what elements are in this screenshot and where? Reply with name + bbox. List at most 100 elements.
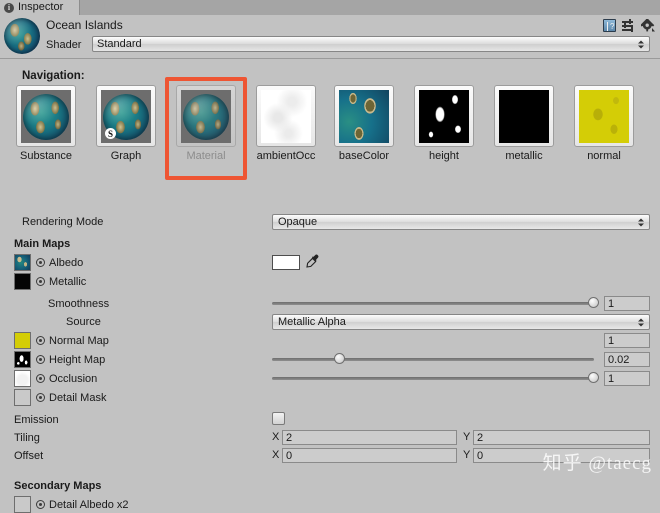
offset-y-field[interactable]: 0 [473, 448, 650, 463]
occlusion-value: 1 [608, 373, 614, 385]
height-texture-icon [419, 90, 469, 143]
rendering-mode-label: Rendering Mode [22, 215, 103, 229]
metallic-label: Metallic [49, 275, 86, 289]
albedo-color-field[interactable] [272, 255, 300, 270]
offset-x-field[interactable]: 0 [282, 448, 457, 463]
nav-item-normal[interactable]: normal [564, 85, 644, 162]
detail-albedo-label: Detail Albedo x2 [49, 498, 129, 512]
chevron-updown-icon [638, 217, 645, 228]
occlusion-value-field[interactable]: 1 [604, 371, 650, 386]
nav-thumb-ambientocclusion[interactable] [256, 85, 316, 147]
nav-thumb-normal[interactable] [574, 85, 634, 147]
shader-dropdown[interactable]: Standard [92, 36, 650, 52]
smoothness-slider-track [272, 302, 594, 305]
smoothness-slider-knob[interactable] [588, 297, 599, 308]
offset-y-value: 0 [477, 450, 483, 462]
preset-settings-icon[interactable] [622, 19, 635, 32]
detail-mask-radio-icon[interactable] [36, 393, 45, 402]
normal-map-texture-swatch[interactable] [14, 332, 31, 349]
occlusion-label: Occlusion [49, 372, 97, 386]
emission-label: Emission [14, 413, 59, 427]
nav-label-material: Material [166, 150, 246, 162]
nav-item-ambientocclusion[interactable]: ambientOcc [246, 85, 326, 162]
navigation-strip: Substance S Graph Material ambientOcc ba… [0, 85, 660, 175]
nav-label-substance: Substance [6, 150, 86, 162]
nav-label-graph: Graph [86, 150, 166, 162]
detail-mask-texture-swatch[interactable] [14, 389, 31, 406]
nav-thumb-substance[interactable] [16, 85, 76, 147]
tiling-y-field[interactable]: 2 [473, 430, 650, 445]
nav-thumb-basecolor[interactable] [334, 85, 394, 147]
substance-sphere-icon [21, 90, 71, 143]
offset-label: Offset [14, 449, 43, 463]
occlusion-texture-swatch[interactable] [14, 370, 31, 387]
nav-thumb-graph[interactable]: S [96, 85, 156, 147]
occlusion-radio-icon[interactable] [36, 374, 45, 383]
smoothness-value-field[interactable]: 1 [604, 296, 650, 311]
nav-thumb-metallic[interactable] [494, 85, 554, 147]
offset-x-axis-label: X [272, 448, 279, 463]
offset-y-axis-label: Y [463, 448, 470, 463]
offset-x-value: 0 [286, 450, 292, 462]
tiling-x-field[interactable]: 2 [282, 430, 457, 445]
normal-map-radio-icon[interactable] [36, 336, 45, 345]
height-map-radio-icon[interactable] [36, 355, 45, 364]
normal-texture-icon [579, 90, 629, 143]
albedo-texture-swatch[interactable] [14, 254, 31, 271]
nav-item-height[interactable]: height [404, 85, 484, 162]
shader-dropdown-value: Standard [97, 38, 142, 50]
nav-item-basecolor[interactable]: baseColor [324, 85, 404, 162]
normal-map-value-field[interactable]: 1 [604, 333, 650, 348]
normal-map-value: 1 [608, 335, 614, 347]
height-map-slider-knob[interactable] [334, 353, 345, 364]
gear-icon[interactable] [641, 19, 655, 32]
ambient-occlusion-texture-icon [261, 90, 311, 143]
tab-inspector[interactable]: i Inspector [0, 0, 80, 15]
nav-label-height: height [404, 150, 484, 162]
albedo-label: Albedo [49, 256, 83, 270]
nav-label-metallic: metallic [484, 150, 564, 162]
chevron-updown-icon [638, 39, 645, 50]
occlusion-slider-track [272, 377, 594, 380]
tab-bar-filler [80, 0, 660, 15]
shader-label: Shader [46, 37, 81, 53]
nav-item-material[interactable]: Material [166, 85, 246, 162]
albedo-radio-icon[interactable] [36, 258, 45, 267]
occlusion-slider-knob[interactable] [588, 372, 599, 383]
tiling-label: Tiling [14, 431, 40, 445]
nav-item-substance[interactable]: Substance [6, 85, 86, 162]
metallic-radio-icon[interactable] [36, 277, 45, 286]
source-dropdown[interactable]: Metallic Alpha [272, 314, 650, 330]
tiling-x-axis-label: X [272, 430, 279, 445]
source-label: Source [66, 315, 101, 329]
metallic-texture-icon [499, 90, 549, 143]
rendering-mode-dropdown[interactable]: Opaque [272, 214, 650, 230]
detail-mask-label: Detail Mask [49, 391, 106, 405]
height-map-slider-track [272, 358, 594, 361]
substance-badge-icon: S [105, 128, 116, 139]
nav-label-ambientocclusion: ambientOcc [246, 150, 326, 162]
nav-item-metallic[interactable]: metallic [484, 85, 564, 162]
smoothness-slider[interactable] [272, 296, 594, 310]
tiling-y-value: 2 [477, 432, 483, 444]
info-icon: i [4, 3, 14, 13]
height-map-slider[interactable] [272, 352, 594, 366]
preset-book-icon[interactable]: ? [603, 19, 616, 32]
base-color-texture-icon [339, 90, 389, 143]
gear-icon-svg [641, 19, 655, 32]
material-name: Ocean Islands [46, 18, 123, 32]
graph-sphere-icon: S [101, 90, 151, 143]
nav-item-graph[interactable]: S Graph [86, 85, 166, 162]
rendering-mode-value: Opaque [278, 216, 317, 228]
metallic-texture-swatch[interactable] [14, 273, 31, 290]
occlusion-slider[interactable] [272, 371, 594, 385]
emission-checkbox[interactable] [272, 412, 285, 425]
height-map-texture-swatch[interactable] [14, 351, 31, 368]
height-map-value-field[interactable]: 0.02 [604, 352, 650, 367]
nav-thumb-height[interactable] [414, 85, 474, 147]
source-value: Metallic Alpha [278, 316, 346, 328]
nav-thumb-material[interactable] [176, 85, 236, 147]
material-header: Ocean Islands Shader Standard ? [0, 15, 660, 59]
eyedropper-icon[interactable] [306, 254, 320, 269]
smoothness-label: Smoothness [48, 297, 109, 311]
